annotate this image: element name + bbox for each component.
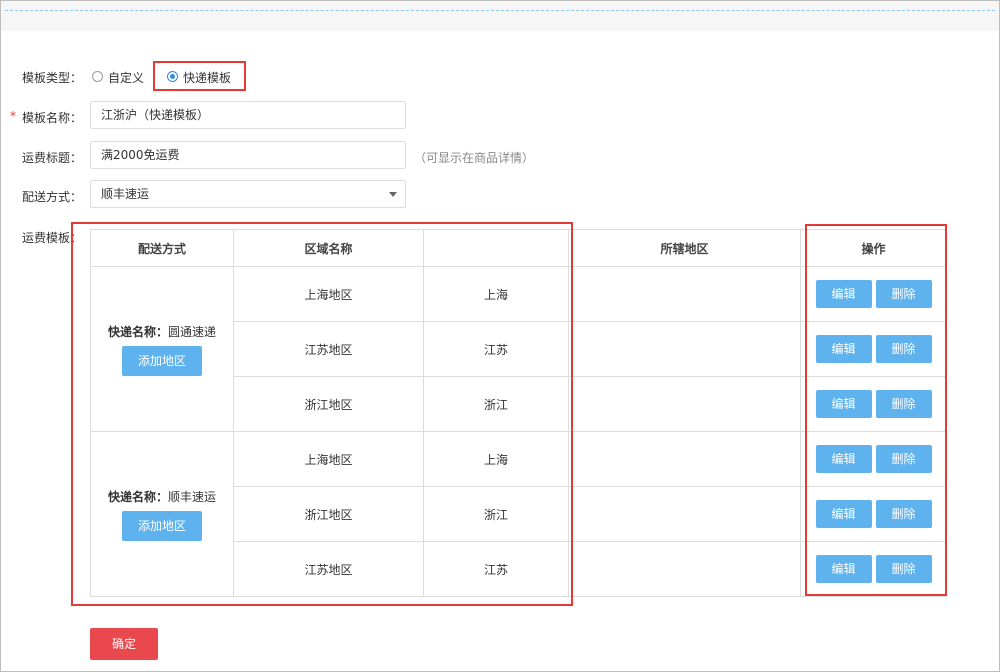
radio-custom-label[interactable]: 自定义	[108, 69, 144, 86]
top-band	[1, 1, 999, 31]
highlight-express-template	[153, 61, 246, 91]
delivery-method-select[interactable]: 顺丰速运	[90, 180, 406, 208]
dashed-divider	[5, 10, 995, 11]
shipping-title-input[interactable]: 满2000免运费	[90, 141, 406, 169]
highlight-actions-column	[805, 224, 947, 596]
highlight-left-table-area	[71, 222, 573, 606]
header-regions: 所辖地区	[568, 229, 801, 267]
delivery-method-label: 配送方式：	[22, 190, 83, 204]
shipping-title-label: 运费标题：	[22, 151, 83, 165]
chevron-down-icon	[389, 192, 397, 197]
regions-cell	[568, 321, 801, 377]
regions-cell	[568, 266, 801, 322]
delivery-method-value: 顺丰速运	[101, 187, 150, 201]
required-mark: *	[10, 109, 16, 123]
regions-cell	[568, 431, 801, 487]
regions-cell	[568, 541, 801, 597]
template-name-label: 模板名称：	[22, 111, 83, 125]
radio-custom[interactable]	[92, 71, 103, 82]
template-name-input[interactable]: 江浙沪（快递模板）	[90, 101, 406, 129]
template-type-label: 模板类型：	[22, 71, 83, 85]
shipping-title-hint: （可显示在商品详情）	[414, 151, 535, 165]
regions-cell	[568, 486, 801, 542]
regions-cell	[568, 376, 801, 432]
confirm-button[interactable]: 确定	[90, 628, 158, 660]
